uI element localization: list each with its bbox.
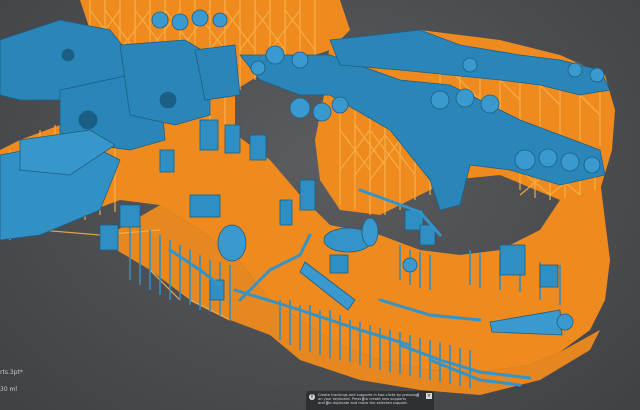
hint-line3-post: to duplicate and move the selected suppo… — [327, 401, 408, 406]
info-icon: i — [309, 394, 315, 400]
file-name-label: rts.3pt* — [0, 369, 23, 376]
status-label: 30 ml — [0, 386, 18, 393]
close-icon[interactable]: × — [426, 393, 432, 399]
3d-viewport[interactable]: rts.3pt* 30 ml i Create trackings and su… — [0, 0, 640, 410]
hint-line3-pre: and — [318, 401, 325, 406]
hint-tooltip: i Create trackings and supports in two c… — [306, 391, 434, 410]
print-scene[interactable] — [0, 0, 640, 410]
cylinder-part — [361, 217, 379, 247]
hint-key1 — [417, 393, 420, 397]
bell-part — [217, 224, 247, 262]
